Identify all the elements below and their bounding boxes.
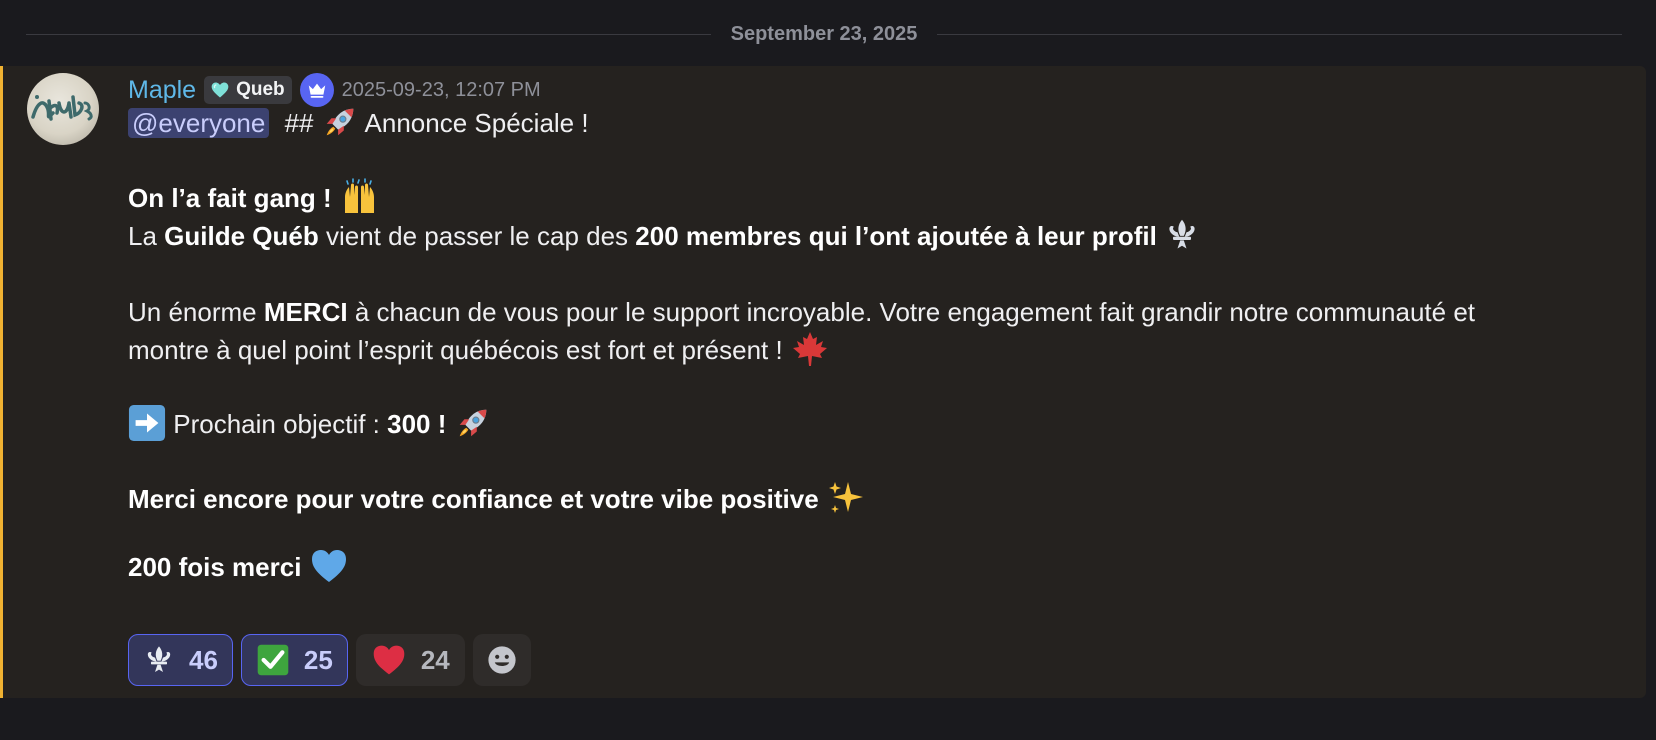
message-line-next-goal: Prochain objectif : 300 ! xyxy=(128,405,492,445)
message-line-closing: 200 fois merci xyxy=(128,548,349,589)
raising-hands-icon xyxy=(344,178,374,214)
milestone-text-1: La xyxy=(128,221,157,251)
fleur-de-lis-icon xyxy=(1169,219,1195,249)
next-goal-value: 300 ! xyxy=(387,409,447,439)
guild-tag[interactable]: Queb xyxy=(204,76,292,104)
reaction-count: 25 xyxy=(303,644,333,675)
reaction-count: 46 xyxy=(189,644,218,675)
date-divider-label: September 23, 2025 xyxy=(730,22,918,45)
fleur-de-lis-icon xyxy=(147,646,171,672)
message-line-milestone: La Guilde Québ vient de passer le cap de… xyxy=(128,217,1200,256)
celebration-text: On l’a fait gang ! xyxy=(128,183,332,213)
right-arrow-icon xyxy=(128,405,166,442)
smiley-icon xyxy=(488,646,516,674)
milestone-highlight: 200 membres qui l’ont ajoutée à leur pro… xyxy=(635,221,1157,251)
avatar[interactable] xyxy=(27,73,99,145)
author-name[interactable]: Maple xyxy=(128,76,196,105)
message-line-announcement: @everyone ## Annonce Spéciale ! xyxy=(128,104,589,144)
reaction-check-mark[interactable]: 25 xyxy=(240,634,348,686)
timestamp[interactable]: 2025-09-23, 12:07 PM xyxy=(342,79,541,102)
check-mark-icon xyxy=(257,644,289,676)
reaction-fleur-de-lis[interactable]: 46 xyxy=(128,634,233,686)
message-line-gratitude: Merci encore pour votre confiance et vot… xyxy=(128,480,866,521)
rocket-icon xyxy=(459,409,486,437)
announcement-title: Annonce Spéciale ! xyxy=(364,108,589,138)
markdown-prefix: ## xyxy=(284,108,314,138)
heart-icon xyxy=(211,82,229,98)
reactions-bar: 46 25 24 xyxy=(128,634,531,686)
message-line-thanks: Un énorme MERCI à chacun de vous pour le… xyxy=(128,293,1475,331)
maple-leaf-icon xyxy=(792,332,827,367)
date-divider: September 23, 2025 xyxy=(26,20,1622,48)
sparkles-icon xyxy=(828,482,863,514)
crown-icon[interactable] xyxy=(299,73,334,107)
reaction-count: 24 xyxy=(420,644,450,675)
guild-tag-label: Queb xyxy=(236,79,285,100)
gratitude-text: Merci encore pour votre confiance et vot… xyxy=(128,484,819,514)
guild-name: Guilde Québ xyxy=(164,221,319,251)
milestone-text-2: vient de passer le cap des xyxy=(325,221,629,251)
thanks-text-2: à chacun de vous pour le support incroya… xyxy=(354,297,1476,327)
thanks-highlight: MERCI xyxy=(263,297,348,327)
message: Maple Queb 2025-09-23, 12:07 PM @everyon… xyxy=(0,66,1646,698)
avatar-graffiti-icon xyxy=(31,95,93,121)
spirit-text: montre à quel point l’esprit québécois e… xyxy=(128,335,783,365)
red-heart-icon xyxy=(373,645,405,675)
thanks-text-1: Un énorme xyxy=(128,297,257,327)
next-goal-text: Prochain objectif : xyxy=(173,409,380,439)
blue-heart-icon xyxy=(311,550,346,583)
divider-line-right xyxy=(937,33,1622,35)
message-line-spirit: montre à quel point l’esprit québécois e… xyxy=(128,331,830,372)
closing-text: 200 fois merci xyxy=(128,552,302,582)
reaction-red-heart[interactable]: 24 xyxy=(355,634,465,686)
message-line-celebration: On l’a fait gang ! xyxy=(128,178,379,220)
add-reaction-button[interactable] xyxy=(472,634,531,686)
rocket-icon xyxy=(326,108,354,136)
divider-line-left xyxy=(26,33,711,35)
mention-everyone[interactable]: @everyone xyxy=(128,108,270,138)
